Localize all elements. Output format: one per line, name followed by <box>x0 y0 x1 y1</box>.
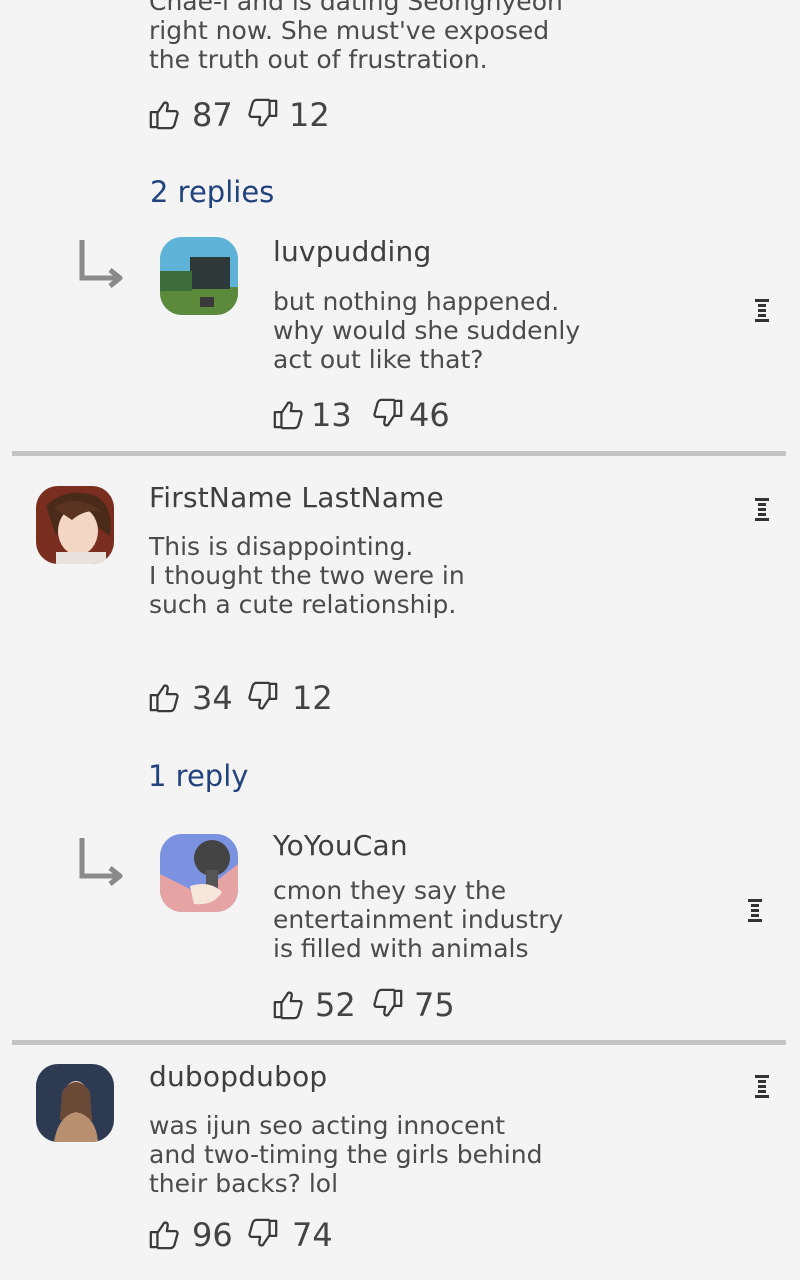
username[interactable]: FirstName LastName <box>149 481 444 514</box>
comment-text: Chae-i and is dating Seonghyeon right no… <box>149 0 563 74</box>
like-count: 96 <box>192 1216 233 1254</box>
reply-arrow-icon <box>76 238 126 288</box>
thumbs-down-icon[interactable] <box>372 988 404 1020</box>
thumbs-up-icon[interactable] <box>148 98 180 130</box>
avatar[interactable] <box>160 237 238 315</box>
replies-link[interactable]: 2 replies <box>150 175 274 209</box>
comment-text: but nothing happened. why would she sudd… <box>273 287 581 374</box>
thumbs-down-icon[interactable] <box>247 98 279 130</box>
like-count: 34 <box>192 679 233 717</box>
menu-icon[interactable] <box>748 898 764 924</box>
thumbs-down-icon[interactable] <box>247 1218 279 1250</box>
username[interactable]: YoYouCan <box>273 829 408 862</box>
dislike-count: 12 <box>292 679 333 717</box>
dislike-count: 75 <box>414 986 455 1024</box>
avatar[interactable] <box>36 1064 114 1142</box>
comment-text: cmon they say the entertainment industry… <box>273 876 564 963</box>
separator <box>12 451 786 456</box>
comment-text: This is disappointing. I thought the two… <box>149 532 465 619</box>
thumbs-up-icon[interactable] <box>272 988 304 1020</box>
username[interactable]: luvpudding <box>273 235 431 268</box>
thumbs-down-icon[interactable] <box>372 398 404 430</box>
menu-icon[interactable] <box>755 298 771 324</box>
separator <box>12 1040 786 1045</box>
like-count: 52 <box>315 986 356 1024</box>
reply-arrow-icon <box>76 836 126 886</box>
thumbs-up-icon[interactable] <box>272 398 304 430</box>
dislike-count: 74 <box>292 1216 333 1254</box>
thumbs-up-icon[interactable] <box>148 681 180 713</box>
thumbs-down-icon[interactable] <box>247 681 279 713</box>
replies-link[interactable]: 1 reply <box>148 759 248 793</box>
like-count: 13 <box>311 396 352 434</box>
avatar[interactable] <box>36 486 114 564</box>
username[interactable]: dubopdubop <box>149 1060 327 1093</box>
dislike-count: 12 <box>289 96 330 134</box>
avatar[interactable] <box>160 834 238 912</box>
comment-text: was ijun seo acting innocent and two-tim… <box>149 1111 543 1198</box>
thumbs-up-icon[interactable] <box>148 1218 180 1250</box>
like-count: 87 <box>192 96 233 134</box>
menu-icon[interactable] <box>755 1074 771 1100</box>
menu-icon[interactable] <box>755 497 771 523</box>
dislike-count: 46 <box>409 396 450 434</box>
